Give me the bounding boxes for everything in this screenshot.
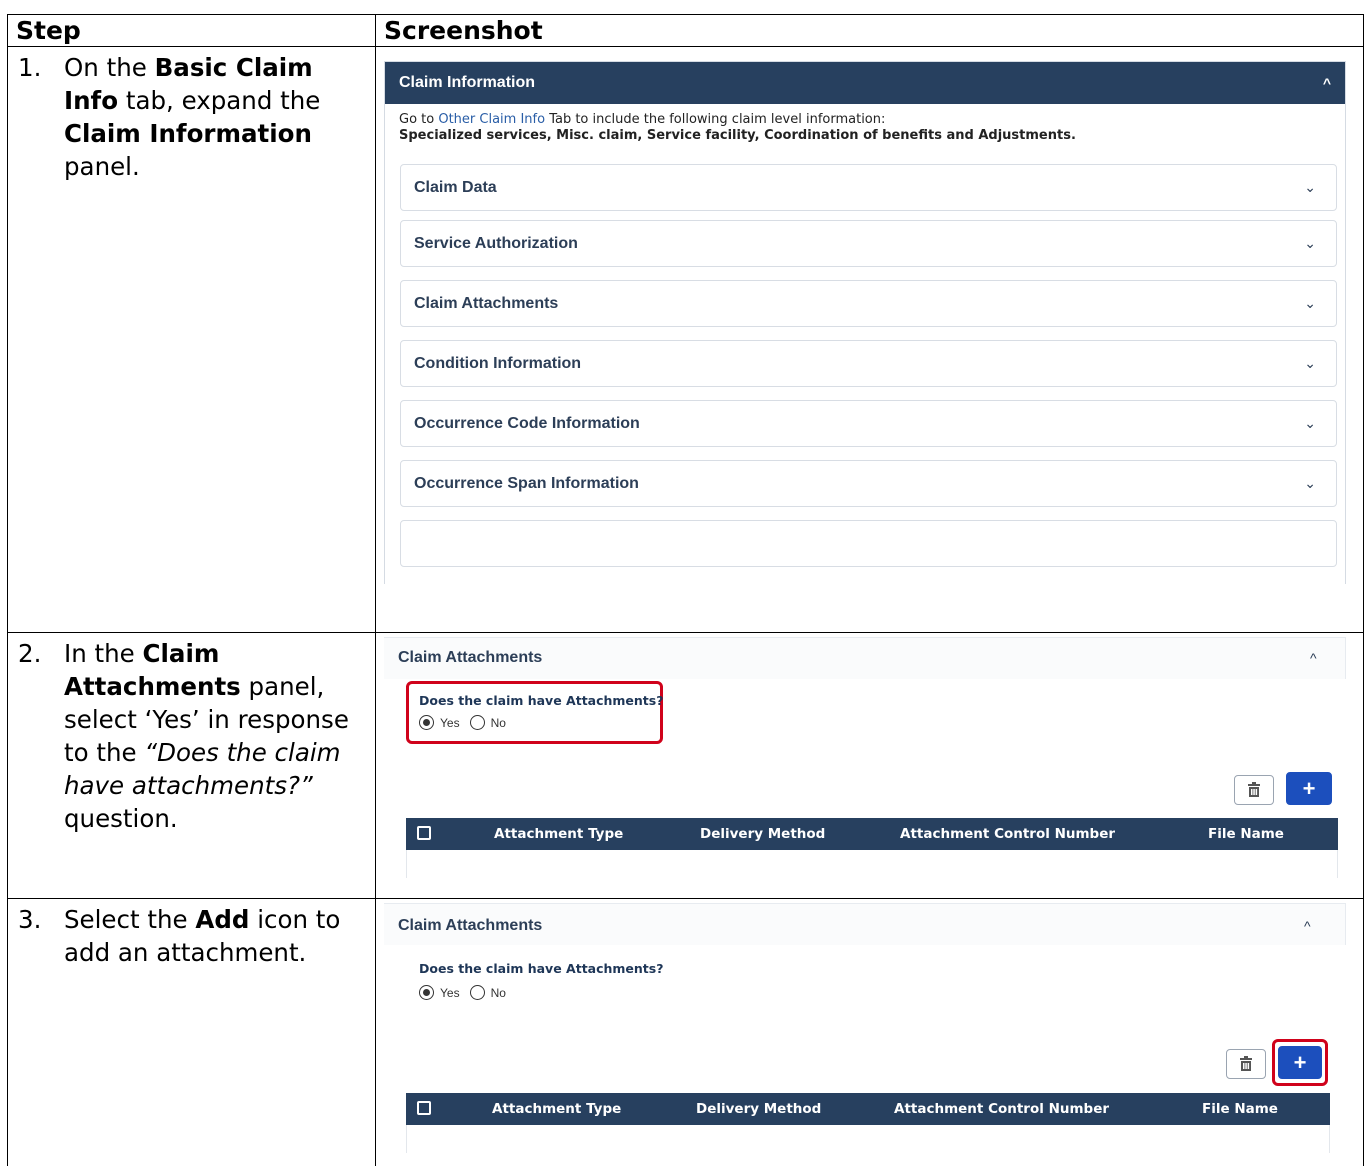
delete-button[interactable]	[1234, 775, 1274, 805]
step-2-screenshot: Claim Attachments ^ Does the claim have …	[375, 632, 1364, 899]
col-attachment-control-number: Attachment Control Number	[894, 1101, 1110, 1117]
attachments-grid-header: Attachment Type Delivery Method Attachme…	[406, 818, 1338, 850]
chevron-down-icon: ⌄	[1304, 179, 1316, 195]
accordion-condition-information[interactable]: Condition Information ⌄	[400, 340, 1337, 387]
radio-yes[interactable]	[419, 985, 434, 1000]
step-3-text: Select the Add icon to add an attachment…	[64, 905, 341, 967]
step-2-number: 2.	[18, 639, 42, 668]
col-delivery-method: Delivery Method	[700, 826, 826, 842]
trash-icon	[1240, 1056, 1252, 1071]
instruction-table: Step Screenshot 1. On the Basic Claim In…	[7, 14, 1364, 1166]
attachments-grid-header: Attachment Type Delivery Method Attachme…	[406, 1093, 1330, 1125]
claim-information-panel: Claim Information ^ Go to Other Claim In…	[384, 61, 1346, 584]
header-step: Step	[7, 14, 376, 47]
col-attachment-type: Attachment Type	[492, 1101, 622, 1117]
select-all-checkbox[interactable]	[417, 1101, 431, 1115]
step-1-number: 1.	[18, 53, 42, 82]
col-delivery-method: Delivery Method	[696, 1101, 822, 1117]
claim-information-title: Claim Information	[399, 74, 536, 91]
attachments-title: Claim Attachments	[398, 649, 543, 666]
other-claim-info-link[interactable]: Other Claim Info	[438, 112, 545, 127]
attachments-radio-group: Yes No	[419, 715, 516, 730]
col-file-name: File Name	[1202, 1101, 1278, 1117]
attachments-question: Does the claim have Attachments?	[419, 961, 664, 976]
chevron-up-icon[interactable]: ^	[1310, 650, 1317, 666]
col-attachment-control-number: Attachment Control Number	[900, 826, 1116, 842]
header-screenshot: Screenshot	[375, 14, 1364, 47]
step-2-text: In the Claim Attachments panel, select ‘…	[64, 639, 349, 833]
col-attachment-type: Attachment Type	[494, 826, 624, 842]
chevron-up-icon[interactable]: ^	[1323, 75, 1331, 91]
radio-yes[interactable]	[419, 715, 434, 730]
trash-icon	[1248, 782, 1260, 797]
chevron-down-icon: ⌄	[1304, 295, 1316, 311]
chevron-down-icon: ⌄	[1304, 415, 1316, 431]
claim-information-header[interactable]: Claim Information ^	[385, 62, 1345, 104]
attachments-grid-body	[406, 850, 1338, 878]
accordion-item-partial[interactable]	[400, 520, 1337, 567]
chevron-down-icon: ⌄	[1304, 235, 1316, 251]
accordion-occurrence-code-information[interactable]: Occurrence Code Information ⌄	[400, 400, 1337, 447]
select-all-checkbox[interactable]	[417, 826, 431, 840]
radio-no[interactable]	[469, 715, 485, 730]
radio-yes-label: Yes	[440, 715, 460, 730]
col-file-name: File Name	[1208, 826, 1284, 842]
radio-no-label: No	[490, 715, 506, 730]
attachments-radio-group: Yes No	[419, 985, 516, 1000]
claim-info-note-bold: Specialized services, Misc. claim, Servi…	[399, 128, 1076, 143]
step-2-cell: 2. In the Claim Attachments panel, selec…	[7, 632, 376, 899]
chevron-up-icon[interactable]: ^	[1304, 918, 1311, 934]
accordion-service-authorization[interactable]: Service Authorization ⌄	[400, 220, 1337, 267]
radio-no-label: No	[490, 985, 506, 1000]
attachments-title: Claim Attachments	[398, 917, 543, 934]
chevron-down-icon: ⌄	[1304, 475, 1316, 491]
accordion-claim-attachments[interactable]: Claim Attachments ⌄	[400, 280, 1337, 327]
accordion-claim-data[interactable]: Claim Data ⌄	[400, 164, 1337, 211]
radio-no[interactable]	[469, 985, 485, 1000]
claim-info-note: Go to Other Claim Info Tab to include th…	[385, 104, 1345, 144]
step-3-number: 3.	[18, 905, 42, 934]
delete-button[interactable]	[1226, 1049, 1266, 1079]
attachments-question: Does the claim have Attachments?	[419, 693, 664, 708]
chevron-down-icon: ⌄	[1304, 355, 1316, 371]
highlight-box	[406, 681, 663, 744]
add-button[interactable]: +	[1278, 1046, 1322, 1079]
accordion-occurrence-span-information[interactable]: Occurrence Span Information ⌄	[400, 460, 1337, 507]
radio-yes-label: Yes	[440, 985, 460, 1000]
attachments-grid-body	[406, 1125, 1330, 1153]
step-3-screenshot: Claim Attachments ^ Does the claim have …	[375, 898, 1364, 1166]
step-3-cell: 3. Select the Add icon to add an attachm…	[7, 898, 376, 1166]
plus-icon: +	[1293, 1049, 1307, 1075]
plus-icon: +	[1302, 775, 1316, 801]
step-1-text: On the Basic Claim Info tab, expand the …	[64, 53, 321, 181]
step-1-cell: 1. On the Basic Claim Info tab, expand t…	[7, 46, 376, 633]
step-1-screenshot: Claim Information ^ Go to Other Claim In…	[375, 46, 1364, 633]
add-button[interactable]: +	[1286, 772, 1332, 805]
